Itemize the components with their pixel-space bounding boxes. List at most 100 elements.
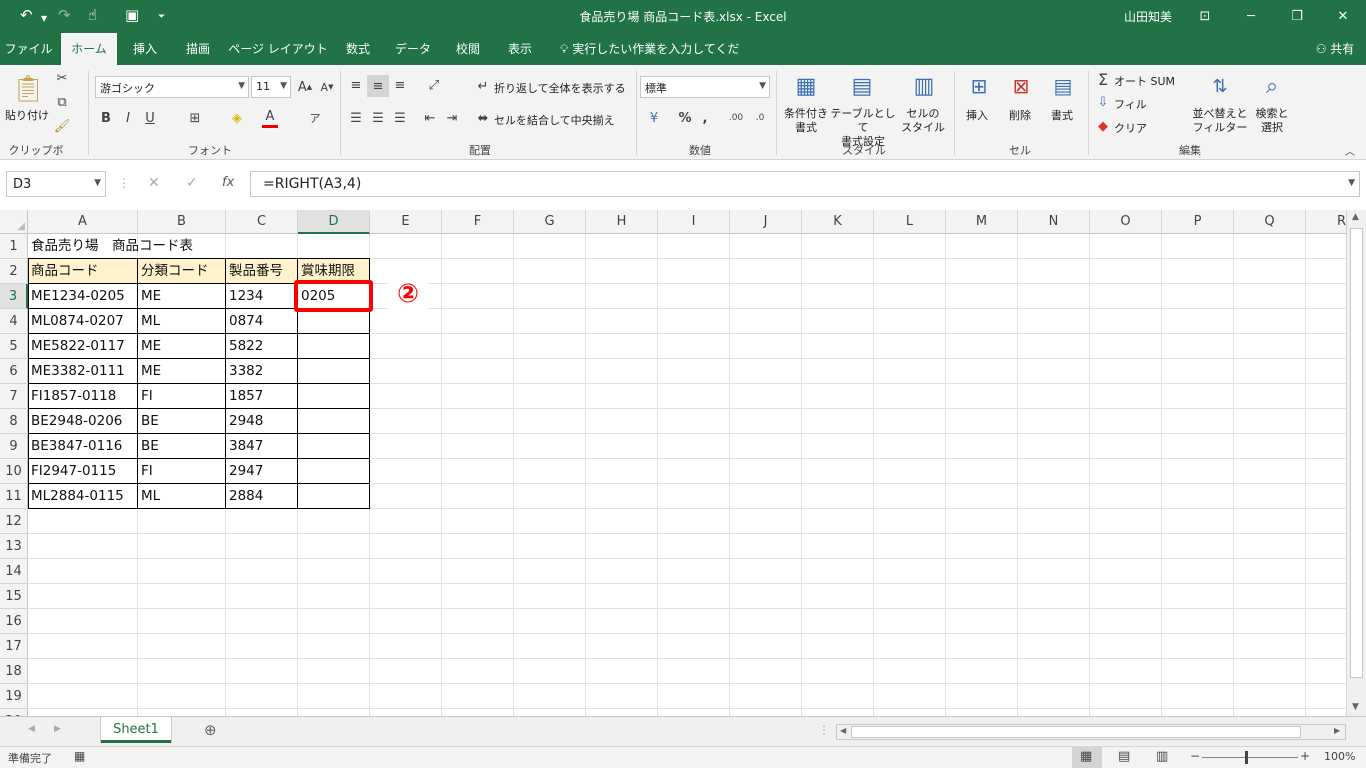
increase-indent-icon[interactable]: ⇥ (442, 108, 462, 128)
page-layout-view-icon[interactable]: ▤ (1118, 749, 1130, 764)
clear-icon[interactable]: ◆ (1094, 117, 1112, 135)
column-header-b[interactable]: B (138, 210, 226, 234)
underline-icon[interactable]: U (142, 108, 158, 128)
wrap-text-button[interactable]: 折り返して全体を表示する (494, 80, 626, 96)
table-cell[interactable]: 5822 (226, 334, 298, 359)
column-header-d[interactable]: D (298, 210, 370, 234)
percent-icon[interactable]: % (676, 108, 694, 128)
table-cell[interactable]: FI (138, 459, 226, 484)
phonetic-icon[interactable]: ア (306, 108, 324, 128)
share-button[interactable]: ⚇ 共有 (1308, 33, 1362, 65)
table-cell[interactable]: ME3382-0111 (28, 359, 138, 384)
tell-me-box[interactable]: 💡︎ 実行したい作業を入力してください (560, 33, 744, 88)
zoom-in-icon[interactable]: + (1300, 749, 1310, 763)
ribbon-display-icon[interactable]: ⊡ (1182, 0, 1228, 33)
row-header-10[interactable]: 10 (0, 459, 28, 484)
format-cells-icon[interactable]: ▤ (1048, 71, 1078, 101)
redo-icon[interactable]: ↷ (58, 6, 71, 24)
align-left-icon[interactable]: ☰ (346, 108, 366, 128)
table-cell[interactable]: ME (138, 359, 226, 384)
table-cell[interactable]: 2947 (226, 459, 298, 484)
undo-dropdown-icon[interactable]: ▼ (41, 14, 47, 23)
find-select-button[interactable]: 検索と 選択 (1252, 107, 1292, 135)
font-name-select[interactable]: 游ゴシック ▼ (95, 76, 249, 98)
table-header-cell[interactable]: 商品コード (28, 259, 138, 284)
worksheet-grid[interactable]: ◢ ABCDEFGHIJKLMNOPQR 1 2 3 4 5 6 7 8 9 10 11 12 13 14… (0, 210, 1346, 716)
table-cell[interactable] (298, 384, 370, 409)
row-header-20[interactable]: 20 (0, 709, 28, 716)
paste-icon[interactable]: 📋︎ (10, 71, 46, 107)
row-header-11[interactable]: 11 (0, 484, 28, 509)
merge-icon[interactable]: ⬌ (474, 109, 492, 127)
user-name[interactable]: 山田知美 (1124, 8, 1172, 25)
table-cell[interactable]: ML2884-0115 (28, 484, 138, 509)
table-cell[interactable] (298, 309, 370, 334)
decrease-font-icon[interactable]: A ▼ (318, 77, 336, 97)
table-cell[interactable]: ML0874-0207 (28, 309, 138, 334)
table-cell[interactable]: ML (138, 484, 226, 509)
table-cell[interactable]: ME (138, 334, 226, 359)
sort-filter-icon[interactable]: ⇅ (1204, 71, 1236, 101)
row-header-6[interactable]: 6 (0, 359, 28, 384)
add-sheet-icon[interactable]: ⊕ (204, 721, 217, 739)
active-cell-highlight[interactable] (294, 280, 373, 312)
expand-formula-icon[interactable]: ▼ (1348, 178, 1355, 188)
scroll-right-icon[interactable]: ▶ (1334, 726, 1340, 735)
column-header-n[interactable]: N (1018, 210, 1090, 234)
conditional-format-button[interactable]: 条件付き 書式 (780, 107, 832, 135)
row-header-18[interactable]: 18 (0, 659, 28, 684)
orientation-icon[interactable]: ⤢ (422, 75, 446, 95)
table-cell[interactable] (298, 434, 370, 459)
table-cell[interactable]: FI (138, 384, 226, 409)
column-header-i[interactable]: I (658, 210, 730, 234)
tab-review[interactable]: 校閲 (446, 33, 490, 65)
scroll-thumb[interactable] (1350, 228, 1363, 678)
tab-home[interactable]: ホーム (61, 33, 117, 65)
column-header-c[interactable]: C (226, 210, 298, 234)
row-header-14[interactable]: 14 (0, 559, 28, 584)
format-cells-button[interactable]: 書式 (1051, 107, 1073, 123)
increase-decimal-icon[interactable]: .00 (726, 108, 746, 128)
collapse-ribbon-icon[interactable]: ︿ (1342, 143, 1358, 158)
tab-file[interactable]: ファイル (0, 33, 57, 65)
row-header-1[interactable]: 1 (0, 234, 28, 259)
horizontal-scrollbar[interactable]: ◀ ▶ (836, 724, 1346, 740)
column-header-a[interactable]: A (28, 210, 138, 234)
row-header-3[interactable]: 3 (0, 284, 28, 309)
align-top-icon[interactable]: ≡ (346, 75, 366, 95)
paste-button[interactable]: 貼り付け (5, 107, 49, 123)
undo-icon[interactable]: ↶ (20, 6, 33, 24)
table-cell[interactable]: 3847 (226, 434, 298, 459)
table-cell[interactable]: 1234 (226, 284, 298, 309)
scroll-left-icon[interactable]: ◀ (840, 726, 846, 735)
row-header-9[interactable]: 9 (0, 434, 28, 459)
delete-cells-button[interactable]: 削除 (1009, 107, 1031, 123)
number-format-select[interactable]: 標準 ▼ (640, 76, 770, 98)
column-header-m[interactable]: M (946, 210, 1018, 234)
prev-sheet-icon[interactable]: ◀ (28, 724, 35, 734)
table-cell[interactable] (298, 359, 370, 384)
row-header-17[interactable]: 17 (0, 634, 28, 659)
increase-font-icon[interactable]: A ▲ (296, 77, 314, 97)
cell-styles-button[interactable]: セルの スタイル (898, 107, 948, 135)
table-cell[interactable] (298, 484, 370, 509)
scroll-up-icon[interactable]: ▲ (1352, 212, 1359, 222)
row-header-13[interactable]: 13 (0, 534, 28, 559)
decrease-decimal-icon[interactable]: .0 (750, 108, 770, 128)
row-header-5[interactable]: 5 (0, 334, 28, 359)
column-header-o[interactable]: O (1090, 210, 1162, 234)
fill-button[interactable]: フィル (1114, 96, 1147, 112)
insert-function-icon[interactable]: fx (222, 175, 234, 190)
column-header-e[interactable]: E (370, 210, 442, 234)
customize-qat-icon[interactable]: ⏷ (158, 12, 165, 22)
column-header-q[interactable]: Q (1234, 210, 1306, 234)
table-cell[interactable]: 3382 (226, 359, 298, 384)
row-header-7[interactable]: 7 (0, 384, 28, 409)
tab-draw[interactable]: 描画 (174, 33, 222, 65)
select-all-button[interactable]: ◢ (0, 210, 28, 234)
font-color-icon[interactable]: A (262, 108, 278, 128)
format-painter-icon[interactable]: 🖌︎ (52, 117, 72, 135)
tab-page-layout[interactable]: ページ レイアウト (228, 33, 328, 65)
table-cell[interactable]: ME (138, 284, 226, 309)
table-cell[interactable]: ME1234-0205 (28, 284, 138, 309)
